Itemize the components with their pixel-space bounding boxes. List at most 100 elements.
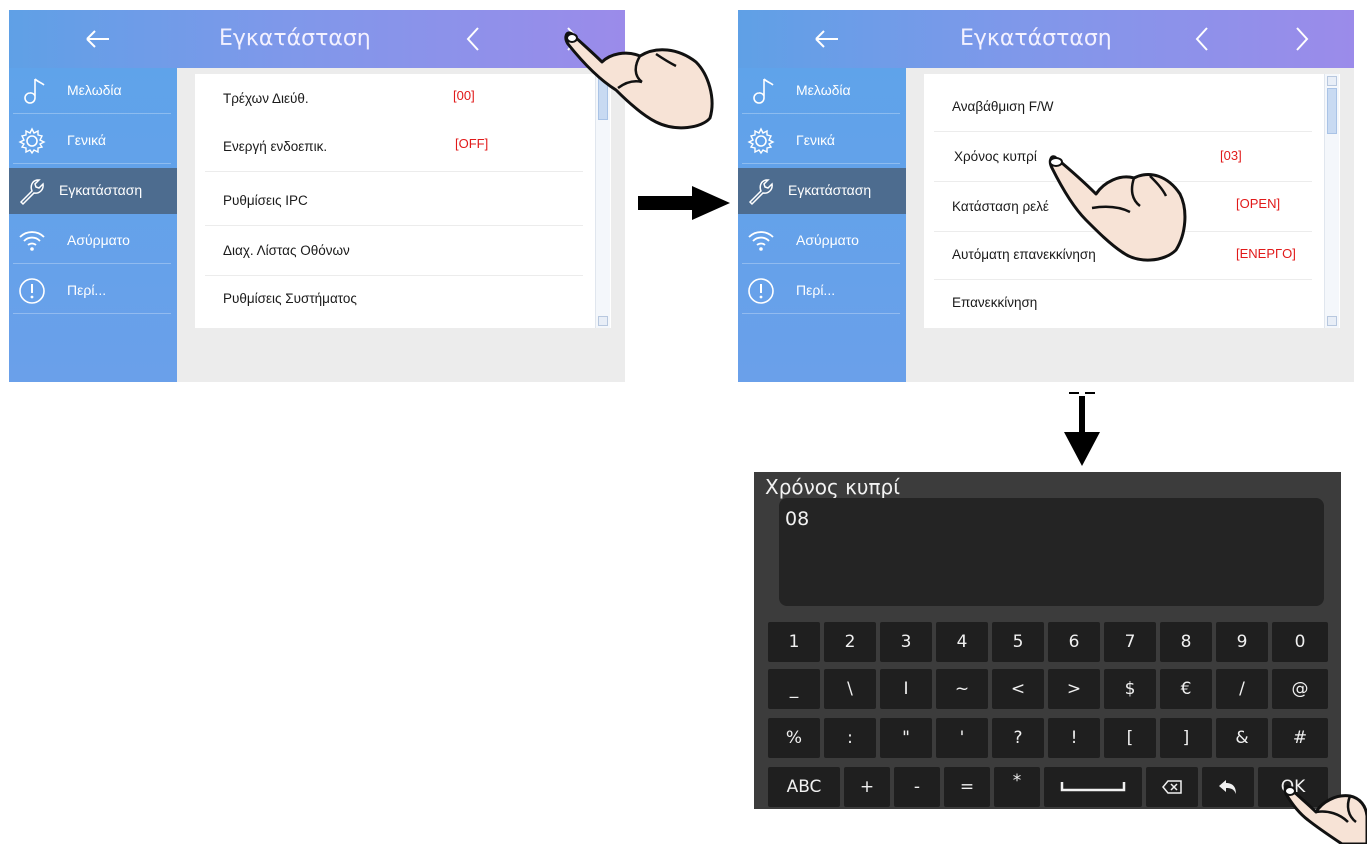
- key[interactable]: 3: [880, 622, 932, 662]
- divider: [13, 113, 171, 114]
- row-label: Κατάσταση ρελέ: [952, 199, 1049, 214]
- divider: [742, 113, 900, 114]
- key-abc[interactable]: ABC: [768, 767, 840, 807]
- scroll-up-icon[interactable]: [1327, 76, 1337, 86]
- divider: [13, 313, 171, 314]
- row-label: Επανεκκίνηση: [952, 295, 1038, 310]
- wrench-icon: [19, 179, 44, 206]
- input-value: 08: [785, 508, 810, 530]
- pointing-hand-icon: [1048, 155, 1187, 262]
- list-item[interactable]: Επανεκκίνηση: [924, 278, 1322, 328]
- space-key[interactable]: [1044, 767, 1142, 807]
- row-label: Ενεργή ενδοεπικ.: [223, 139, 328, 154]
- previous-page-icon[interactable]: [1190, 24, 1214, 54]
- key[interactable]: :: [824, 718, 876, 758]
- sidebar-item-wireless[interactable]: Ασύρματο: [9, 218, 177, 264]
- music-note-icon: [753, 78, 774, 104]
- key[interactable]: [: [1104, 718, 1156, 758]
- key[interactable]: 1: [768, 622, 820, 662]
- pointing-hand-icon: [564, 31, 714, 130]
- list-item[interactable]: Ρυθμίσεις Συστήματος: [195, 274, 593, 324]
- key[interactable]: %: [768, 718, 820, 758]
- sidebar-item-about[interactable]: Περί...: [9, 268, 177, 314]
- key[interactable]: 2: [824, 622, 876, 662]
- step-arrow-down-icon: [1064, 392, 1100, 466]
- key[interactable]: /: [1216, 669, 1268, 709]
- key[interactable]: I: [880, 669, 932, 709]
- divider: [13, 163, 171, 164]
- info-icon: [19, 278, 45, 304]
- sidebar-item-wireless[interactable]: Ασύρματο: [738, 218, 906, 264]
- wifi-icon: [748, 231, 774, 251]
- key[interactable]: 6: [1048, 622, 1100, 662]
- scrollbar-thumb[interactable]: [1327, 88, 1337, 134]
- key[interactable]: !: [1048, 718, 1100, 758]
- sidebar-item-installation[interactable]: Εγκατάσταση: [738, 168, 906, 214]
- divider: [742, 313, 900, 314]
- key[interactable]: =: [944, 767, 990, 807]
- sidebar-item-label: Περί...: [796, 282, 836, 298]
- scroll-down-icon[interactable]: [1327, 316, 1337, 326]
- row-value: [OFF]: [455, 136, 489, 151]
- key[interactable]: 7: [1104, 622, 1156, 662]
- row-label: Διαχ. Λίστας Οθόνων: [223, 243, 350, 258]
- undo-arrow-icon: [1219, 780, 1236, 794]
- sidebar-item-label: Γενικά: [796, 132, 835, 148]
- key[interactable]: 0: [1272, 622, 1328, 662]
- scroll-down-icon[interactable]: [598, 316, 608, 326]
- sidebar-item-about[interactable]: Περί...: [738, 268, 906, 314]
- sidebar-item-general[interactable]: Γενικά: [738, 118, 906, 164]
- space-icon: [1060, 782, 1126, 792]
- undo-key[interactable]: [1202, 767, 1254, 807]
- key[interactable]: ?: [992, 718, 1044, 758]
- sidebar-item-general[interactable]: Γενικά: [9, 118, 177, 164]
- key[interactable]: &: [1216, 718, 1268, 758]
- list-item[interactable]: Διαχ. Λίστας Οθόνων: [195, 226, 593, 276]
- key[interactable]: 5: [992, 622, 1044, 662]
- key[interactable]: $: [1104, 669, 1156, 709]
- info-icon: [748, 278, 774, 304]
- list-item[interactable]: Ρυθμίσεις IPC: [195, 176, 593, 226]
- key[interactable]: €: [1160, 669, 1212, 709]
- sidebar-item-installation[interactable]: Εγκατάσταση: [9, 168, 177, 214]
- sidebar-item-melody[interactable]: Μελωδία: [9, 68, 177, 114]
- divider: [742, 263, 900, 264]
- list-item[interactable]: Ενεργή ενδοεπικ. [OFF]: [195, 122, 593, 172]
- key[interactable]: -: [894, 767, 940, 807]
- key[interactable]: ': [936, 718, 988, 758]
- key[interactable]: #: [1272, 718, 1328, 758]
- sidebar: Μελωδία Γενικά Εγκατάσταση Ασύρματο Περί…: [738, 68, 906, 382]
- next-page-icon[interactable]: [1290, 24, 1314, 54]
- key[interactable]: @: [1272, 669, 1328, 709]
- back-arrow-icon[interactable]: [806, 22, 846, 56]
- dialog-title: Χρόνος κυπρί: [765, 475, 900, 499]
- sidebar-item-label: Μελωδία: [67, 82, 122, 98]
- key[interactable]: _: [768, 669, 820, 709]
- key[interactable]: ]: [1160, 718, 1212, 758]
- key[interactable]: ~: [936, 669, 988, 709]
- previous-page-icon[interactable]: [461, 24, 485, 54]
- pointing-hand-icon: [1283, 784, 1367, 844]
- key[interactable]: 4: [936, 622, 988, 662]
- sidebar-item-label: Εγκατάσταση: [59, 182, 143, 198]
- key[interactable]: ": [880, 718, 932, 758]
- key[interactable]: 8: [1160, 622, 1212, 662]
- key[interactable]: <: [992, 669, 1044, 709]
- value-input-field[interactable]: 08: [779, 498, 1324, 606]
- scrollbar[interactable]: [1324, 74, 1339, 328]
- key[interactable]: >: [1048, 669, 1100, 709]
- title-bar: Εγκατάσταση: [738, 10, 1354, 68]
- row-label: Χρόνος κυπρί: [954, 149, 1037, 164]
- list-item[interactable]: Αναβάθμιση F/W: [924, 82, 1322, 132]
- sidebar-item-melody[interactable]: Μελωδία: [738, 68, 906, 114]
- back-arrow-icon[interactable]: [77, 22, 117, 56]
- sidebar-item-label: Ασύρματο: [796, 232, 859, 248]
- list-item[interactable]: Τρέχων Διεύθ. [00]: [195, 74, 593, 124]
- gear-icon: [18, 127, 46, 155]
- key[interactable]: \: [824, 669, 876, 709]
- key[interactable]: +: [844, 767, 890, 807]
- backspace-key[interactable]: [1146, 767, 1198, 807]
- music-note-icon: [24, 78, 45, 104]
- key[interactable]: *: [994, 767, 1040, 807]
- key[interactable]: 9: [1216, 622, 1268, 662]
